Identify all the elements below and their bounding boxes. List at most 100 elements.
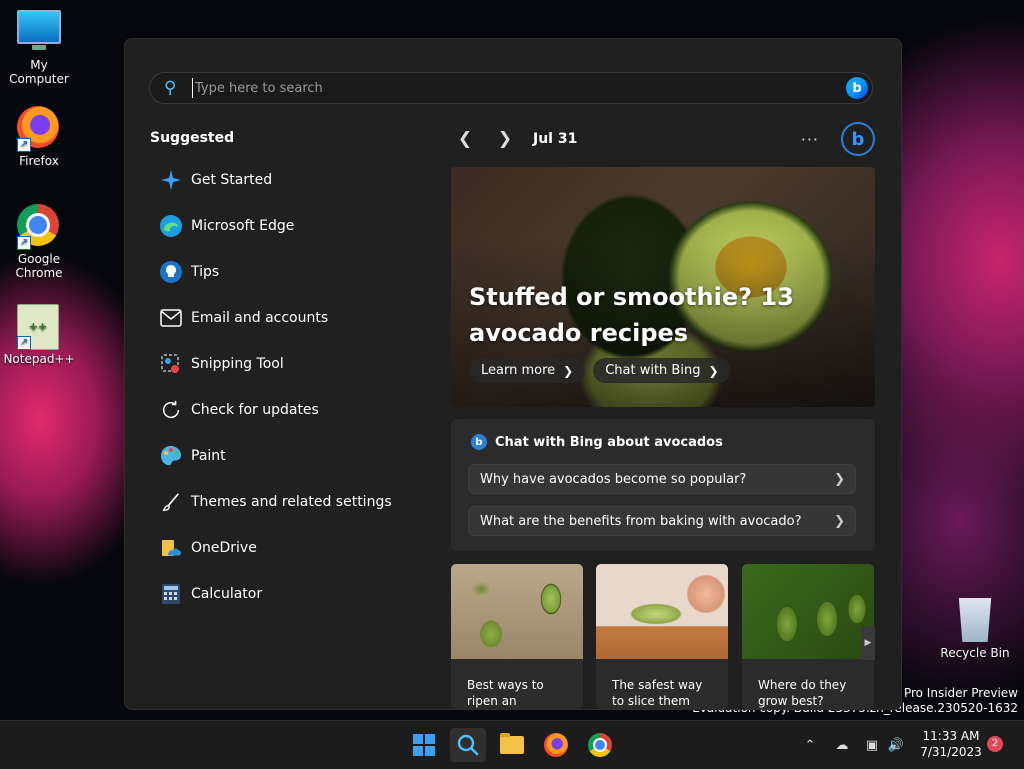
- suggested-item-label: Microsoft Edge: [191, 218, 295, 234]
- show-hidden-icons-chevron-icon[interactable]: ⌃: [800, 738, 820, 753]
- chat-with-bing-label: Chat with Bing: [605, 363, 701, 378]
- suggested-heading: Suggested: [150, 130, 235, 146]
- chevron-right-icon: ❯: [708, 363, 719, 378]
- suggested-item-label: Snipping Tool: [191, 356, 284, 372]
- chevron-right-icon: ❯: [834, 513, 845, 529]
- firefox-icon: [544, 733, 568, 757]
- suggested-item-tips[interactable]: Tips: [157, 249, 427, 295]
- more-options-button[interactable]: ···: [801, 130, 819, 149]
- suggested-item-calculator[interactable]: Calculator: [157, 571, 427, 617]
- related-card[interactable]: Where do they grow best?: [742, 564, 874, 709]
- onedrive-offline-icon[interactable]: ☁: [832, 738, 852, 753]
- brush-icon: [157, 488, 185, 516]
- firefox-icon: ↗: [17, 106, 61, 152]
- desktop-icon-google-chrome[interactable]: ↗ Google Chrome: [0, 204, 78, 280]
- shortcut-arrow-icon: ↗: [17, 236, 31, 250]
- suggested-item-microsoft-edge[interactable]: Microsoft Edge: [157, 203, 427, 249]
- search-input[interactable]: [192, 78, 846, 98]
- taskbar-firefox[interactable]: [538, 728, 574, 762]
- bing-question-label: What are the benefits from baking with a…: [480, 513, 802, 529]
- suggested-item-onedrive[interactable]: OneDrive: [157, 525, 427, 571]
- suggested-item-get-started[interactable]: Get Started: [157, 157, 427, 203]
- desktop-icon-recycle-bin[interactable]: Recycle Bin: [936, 598, 1014, 660]
- suggested-list: Get Started Microsoft Edge Tips Email an…: [157, 157, 427, 617]
- search-icon: ⚲: [164, 78, 177, 98]
- desktop-icon-my-computer[interactable]: My Computer: [0, 10, 78, 86]
- related-cards: Best ways to ripen an avocado The safest…: [451, 564, 875, 709]
- suggested-item-label: Themes and related settings: [191, 494, 392, 510]
- desktop-icon-label: Google Chrome: [15, 252, 63, 280]
- tips-icon: [157, 258, 185, 286]
- suggested-item-paint[interactable]: Paint: [157, 433, 427, 479]
- bing-chat-title-text: Chat with Bing about avocados: [495, 434, 723, 450]
- clock-date: 7/31/2023: [920, 745, 982, 759]
- desktop-icon-firefox[interactable]: ↗ Firefox: [0, 106, 78, 168]
- taskbar: ⌃ ☁ ▣ 🔊 11:33 AM 7/31/2023: [0, 720, 1024, 769]
- suggested-item-label: Get Started: [191, 172, 273, 188]
- suggested-item-themes-and-related-settings[interactable]: Themes and related settings: [157, 479, 427, 525]
- taskbar-file-explorer[interactable]: [494, 728, 530, 762]
- bing-chat-card: b Chat with Bing about avocados Why have…: [451, 419, 875, 551]
- chrome-icon: ↗: [17, 204, 61, 250]
- taskbar-chrome[interactable]: [582, 728, 618, 762]
- suggested-item-email-and-accounts[interactable]: Email and accounts: [157, 295, 427, 341]
- highlights-date: Jul 31: [533, 131, 578, 147]
- get-started-icon: [157, 166, 185, 194]
- clock-time: 11:33 AM: [922, 729, 980, 743]
- chrome-icon: [588, 733, 612, 757]
- volume-icon[interactable]: 🔊: [886, 738, 906, 753]
- taskbar-search-button[interactable]: [450, 728, 486, 762]
- suggested-item-label: Calculator: [191, 586, 263, 602]
- bing-question-label: Why have avocados become so popular?: [480, 471, 747, 487]
- desktop-icon-label: Recycle Bin: [940, 646, 1010, 660]
- card-caption: Best ways to ripen an avocado: [467, 678, 544, 708]
- learn-more-button[interactable]: Learn more ❯: [469, 358, 586, 383]
- bing-logo-icon[interactable]: b: [841, 122, 875, 156]
- chevron-right-icon: ❯: [563, 363, 574, 378]
- notification-badge[interactable]: 2: [987, 736, 1003, 752]
- suggested-item-label: Paint: [191, 448, 226, 464]
- search-box[interactable]: ⚲ b: [149, 72, 873, 104]
- edge-icon: [157, 212, 185, 240]
- taskbar-clock[interactable]: 11:33 AM 7/31/2023: [916, 728, 986, 760]
- card-thumbnail: [742, 564, 874, 659]
- system-tray: ⌃ ☁ ▣ 🔊: [800, 721, 906, 769]
- search-icon: [457, 734, 479, 756]
- suggested-item-snipping-tool[interactable]: Snipping Tool: [157, 341, 427, 387]
- desktop-icon-notepad-plus-plus[interactable]: ++ ↗ Notepad++: [0, 304, 78, 366]
- snipping-tool-icon: [157, 350, 185, 378]
- search-panel: ⚲ b Suggested Get Started Microsoft Edge…: [124, 38, 902, 710]
- chat-with-bing-button[interactable]: Chat with Bing ❯: [593, 358, 731, 383]
- refresh-icon: [157, 396, 185, 424]
- folder-icon: [500, 733, 524, 754]
- network-icon[interactable]: ▣: [862, 738, 882, 753]
- learn-more-label: Learn more: [481, 363, 556, 378]
- onedrive-icon: [157, 534, 185, 562]
- suggested-item-label: Email and accounts: [191, 310, 329, 326]
- related-card[interactable]: The safest way to slice them: [596, 564, 728, 709]
- windows-logo-icon: [413, 734, 435, 756]
- notepad-plus-plus-icon: ++ ↗: [17, 304, 61, 350]
- card-caption: Where do they grow best?: [758, 678, 847, 708]
- chevron-right-icon: ❯: [834, 471, 845, 487]
- desktop-icon-label: Notepad++: [3, 352, 75, 366]
- card-caption: The safest way to slice them: [612, 678, 703, 708]
- hero-card[interactable]: Stuffed or smoothie? 13 avocado recipes …: [451, 167, 875, 407]
- bing-question-button[interactable]: What are the benefits from baking with a…: [468, 506, 856, 536]
- previous-day-button[interactable]: ❮: [451, 129, 479, 149]
- related-card[interactable]: Best ways to ripen an avocado: [451, 564, 583, 709]
- suggested-item-check-for-updates[interactable]: Check for updates: [157, 387, 427, 433]
- suggested-item-label: OneDrive: [191, 540, 257, 556]
- bing-question-button[interactable]: Why have avocados become so popular? ❯: [468, 464, 856, 494]
- desktop-icon-label: My Computer: [9, 58, 69, 86]
- bing-chat-icon[interactable]: b: [846, 77, 868, 99]
- start-button[interactable]: [406, 728, 442, 762]
- shortcut-arrow-icon: ↗: [17, 138, 31, 152]
- hero-title: Stuffed or smoothie? 13 avocado recipes: [469, 283, 794, 347]
- next-day-button[interactable]: ❯: [491, 129, 519, 149]
- bing-chat-title: b Chat with Bing about avocados: [471, 434, 723, 450]
- calculator-icon: [157, 580, 185, 608]
- suggested-item-label: Check for updates: [191, 402, 319, 418]
- highlights-header: ❮ ❯ Jul 31 ··· b: [451, 122, 875, 156]
- cards-next-button[interactable]: ▶: [861, 626, 875, 660]
